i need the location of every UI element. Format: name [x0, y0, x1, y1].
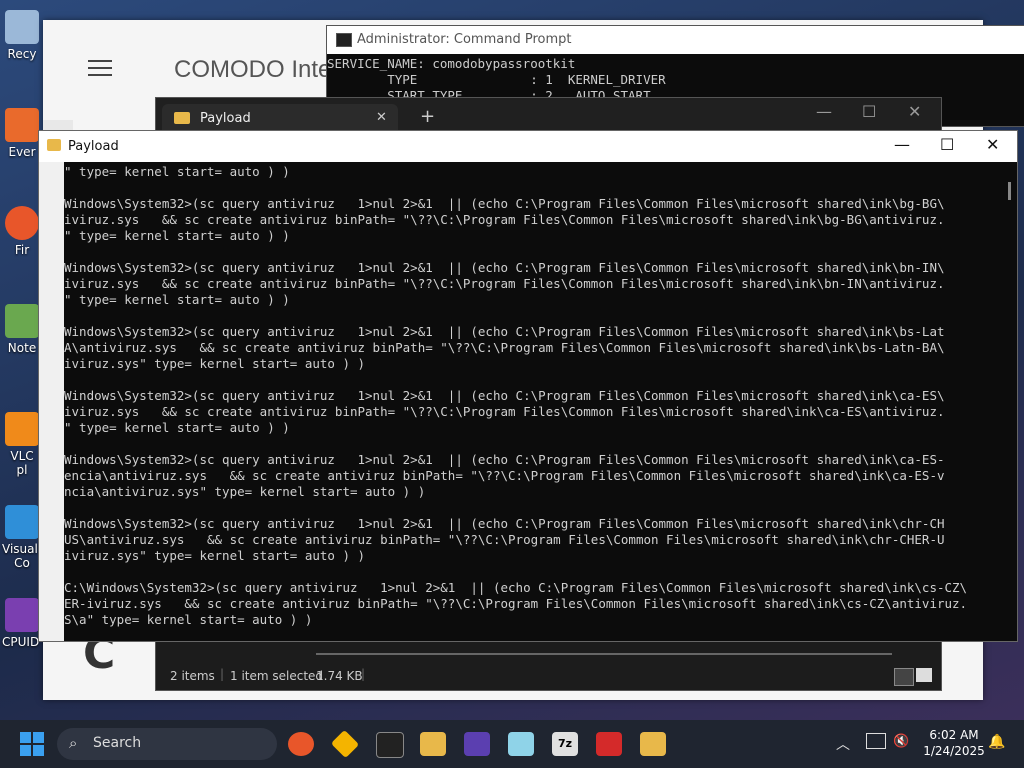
payload-titlebar[interactable]: Payload — ☐ ✕ [39, 131, 1017, 162]
vscode-icon [5, 505, 39, 539]
console-line: Windows\System32>(sc query antiviruz 1>n… [64, 516, 945, 531]
search-icon: ⌕ [69, 734, 78, 752]
cpu-z-icon[interactable] [464, 732, 490, 756]
console-line: iviruz.sys" type= kernel start= auto ) ) [64, 356, 366, 371]
chevron-up-icon[interactable]: ︿ [836, 734, 850, 754]
console-line: ER-iviruz.sys && sc create antiviruz bin… [64, 596, 968, 611]
tiles-view-icon[interactable] [916, 668, 932, 682]
comodo-icon[interactable] [596, 732, 622, 756]
payload-folder-icon[interactable] [640, 732, 666, 756]
console-line: iviruz.sys && sc create antiviruz binPat… [64, 212, 945, 227]
console-line: encia\antiviruz.sys && sc create antivir… [64, 468, 945, 483]
comodo-title: COMODO Inte [174, 56, 332, 83]
status-selected-size: 1.74 KB [316, 669, 363, 683]
payload-window-icon [47, 139, 61, 151]
console-line: " type= kernel start= auto ) ) [64, 228, 290, 243]
console-line: A\antiviruz.sys && sc create antiviruz b… [64, 340, 945, 355]
explorer-hscrollbar[interactable] [316, 653, 892, 655]
firefox-icon[interactable] [288, 732, 314, 756]
scroll-thumb[interactable] [1008, 182, 1011, 200]
payload-close-icon[interactable]: ✕ [986, 135, 999, 154]
explorer-tab-payload[interactable]: Payload ✕ [162, 104, 398, 132]
console-line: Windows\System32>(sc query antiviruz 1>n… [64, 452, 945, 467]
desktop-icon-notepad[interactable]: Note [2, 304, 42, 355]
explorer-tabbar: Payload ✕ + — ☐ ✕ [156, 98, 941, 132]
windows-start-icon[interactable] [20, 732, 44, 756]
notification-bell-icon[interactable]: 🔔 [988, 734, 1005, 750]
explorer-minimize-icon[interactable]: — [816, 102, 832, 121]
new-tab-button[interactable]: + [420, 106, 435, 127]
taskbar-search[interactable]: ⌕ Search [57, 728, 277, 760]
desktop-icon-firefox[interactable]: Fir [2, 206, 42, 257]
console-line: C:\Windows\System32>(sc query antiviruz … [64, 580, 968, 595]
cpuid-icon [5, 598, 39, 632]
desktop-icon-cpuid[interactable]: CPUID C [2, 598, 51, 649]
explorer-maximize-icon[interactable]: ☐ [862, 102, 876, 121]
desktop-icon-everything[interactable]: Ever [2, 108, 42, 159]
console-line: iviruz.sys && sc create antiviruz binPat… [64, 404, 945, 419]
vlc-icon [5, 412, 39, 446]
hamburger-menu-icon[interactable] [88, 60, 112, 78]
console-line: iviruz.sys && sc create antiviruz binPat… [64, 276, 945, 291]
payload-minimize-icon[interactable]: — [894, 135, 910, 154]
console-line: Windows\System32>(sc query antiviruz 1>n… [64, 388, 945, 403]
clock-time: 6:02 AM [929, 728, 979, 742]
console-line: US\antiviruz.sys && sc create antiviruz … [64, 532, 945, 547]
network-icon[interactable] [866, 733, 886, 749]
notepad-icon[interactable] [508, 732, 534, 756]
desktop-icon-vscode[interactable]: Visual S Co [2, 505, 49, 570]
payload-title: Payload [68, 139, 119, 154]
close-tab-icon[interactable]: ✕ [376, 110, 387, 125]
console-line: Windows\System32>(sc query antiviruz 1>n… [64, 324, 945, 339]
7zip-icon[interactable]: 7z [552, 732, 578, 756]
status-selected-count: 1 item selected [230, 669, 324, 683]
payload-output: " type= kernel start= auto ) ) Windows\S… [64, 164, 967, 628]
desktop-icon-recycle-bin[interactable]: Recy [2, 10, 42, 61]
status-separator: | [361, 667, 366, 681]
explorer-tab-label: Payload [200, 111, 251, 126]
clock-date: 1/24/2025 [923, 744, 985, 758]
explorer-close-icon[interactable]: ✕ [908, 102, 921, 121]
console-line: Windows\System32>(sc query antiviruz 1>n… [64, 196, 945, 211]
explorer-statusbar: 2 items | 1 item selected 1.74 KB | [156, 664, 941, 690]
payload-console-window[interactable]: Payload — ☐ ✕ " type= kernel start= auto… [38, 130, 1018, 642]
console-line: " type= kernel start= auto ) ) [64, 420, 290, 435]
payload-scrollbar[interactable] [1005, 162, 1017, 641]
console-line: iviruz.sys" type= kernel start= auto ) ) [64, 548, 366, 563]
status-item-count: 2 items [170, 669, 215, 683]
payload-maximize-icon[interactable]: ☐ [940, 135, 954, 154]
cmd-titlebar[interactable]: Administrator: Command Prompt [327, 26, 1024, 54]
terminal-icon[interactable] [376, 732, 404, 758]
cmd-icon [336, 33, 352, 47]
folder-icon [174, 112, 190, 124]
desktop-icon-vlc[interactable]: VLC pl [2, 412, 42, 477]
console-line: S\a" type= kernel start= auto ) ) [64, 612, 313, 627]
console-line: " type= kernel start= auto ) ) [64, 292, 290, 307]
search-label: Search [93, 735, 142, 751]
cmd-title: Administrator: Command Prompt [357, 32, 572, 47]
console-line: Windows\System32>(sc query antiviruz 1>n… [64, 260, 945, 275]
recycle-bin-icon [5, 10, 39, 44]
everything-icon [5, 108, 39, 142]
firefox-icon [5, 206, 39, 240]
taskbar-clock[interactable]: 6:02 AM 1/24/2025 [912, 727, 996, 759]
volume-muted-icon[interactable]: 🔇 [893, 734, 909, 749]
console-line: " type= kernel start= auto ) ) [64, 164, 290, 179]
status-separator: | [220, 667, 225, 681]
console-line: ncia\antiviruz.sys" type= kernel start= … [64, 484, 426, 499]
payload-left-strip [39, 162, 64, 641]
notepad-icon [5, 304, 39, 338]
details-view-icon[interactable] [894, 668, 914, 686]
file-explorer-icon[interactable] [420, 732, 446, 756]
